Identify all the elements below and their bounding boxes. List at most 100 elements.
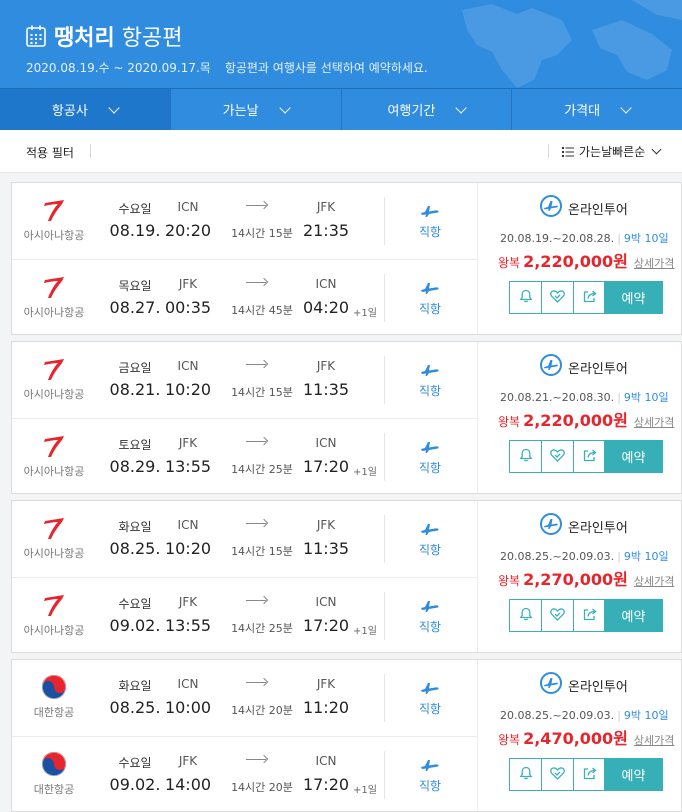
favorite-button[interactable] [541, 440, 574, 473]
flight-leg-outbound[interactable]: 아시아나항공 수요일 08.19. ICN 20:20 14시간 15분 JFK 21:35 직… [12, 183, 477, 259]
weekday: 수요일 [118, 202, 152, 216]
share-button[interactable] [573, 599, 606, 632]
share-button[interactable] [573, 440, 606, 473]
tab-departure-date[interactable]: 가는날 [171, 89, 342, 130]
alert-button[interactable] [509, 599, 542, 632]
arrival-time: 11:20 [302, 698, 350, 717]
favorite-button[interactable] [541, 599, 574, 632]
price-detail-link[interactable]: 상세가격 [634, 734, 674, 747]
share-icon [583, 288, 597, 307]
direct-flight-label: 직항 [418, 461, 442, 475]
travel-agency[interactable]: 온라인투어 [540, 513, 628, 539]
flight-duration: 14시간 15분 [231, 386, 293, 399]
flight-leg-inbound[interactable]: 아시아나항공 목요일 08.27. JFK 00:35 14시간 45분 ICN 04:20 +… [12, 259, 477, 335]
asiana-logo [18, 197, 90, 223]
divider [384, 356, 385, 404]
alert-button[interactable] [509, 440, 542, 473]
destination-code: ICN [315, 754, 337, 768]
alert-button[interactable] [509, 758, 542, 791]
flight-duration: 14시간 25분 [231, 463, 293, 476]
tab-airline[interactable]: 항공사 [0, 89, 171, 130]
arrival-time: 21:35 [302, 221, 350, 240]
booking-panel: 온라인투어 20.08.19.~20.08.28. | 9박 10일 왕복 2,220,0… [477, 183, 682, 334]
direct-flight-label: 직항 [418, 543, 442, 557]
page-header: 땡처리 항공편 2020.08.19.수 ~ 2020.09.17.목 항공편과 … [0, 0, 682, 88]
alert-button[interactable] [509, 281, 542, 314]
bell-icon [519, 765, 533, 784]
chevron-down-icon [108, 101, 120, 114]
agency-name: 온라인투어 [568, 202, 628, 218]
book-button[interactable]: 예약 [604, 599, 663, 632]
flight-result-card: 아시아나항공 금요일 08.21. ICN 10:20 14시간 15분 JFK 11:35 직… [11, 341, 682, 494]
calendar-icon [26, 25, 46, 47]
price-detail-link[interactable]: 상세가격 [634, 575, 674, 588]
sort-dropdown[interactable]: 가는날빠른순 [562, 143, 662, 160]
departure-time: 10:20 [164, 539, 212, 558]
direct-flight-label: 직항 [418, 779, 442, 793]
arrow-right-icon [246, 600, 266, 601]
travel-agency[interactable]: 온라인투어 [540, 354, 628, 380]
share-button[interactable] [573, 758, 606, 791]
favorite-button[interactable] [541, 758, 574, 791]
trip-nights: 9박 10일 [623, 709, 669, 722]
book-button[interactable]: 예약 [604, 758, 663, 791]
tab-trip-length[interactable]: 여행기간 [342, 89, 513, 130]
flight-leg-outbound[interactable]: 아시아나항공 화요일 08.25. ICN 10:20 14시간 15분 JFK 11:35 직… [12, 501, 477, 577]
weekday: 금요일 [118, 361, 152, 375]
flight-leg-inbound[interactable]: 아시아나항공 토요일 08.29. JFK 13:55 14시간 25분 ICN 17:20 +… [12, 418, 477, 494]
destination-code: JFK [316, 359, 336, 373]
price: 2,270,000원 [523, 570, 628, 589]
heart-check-icon [550, 288, 565, 307]
price-detail-link[interactable]: 상세가격 [634, 257, 674, 270]
travel-agency[interactable]: 온라인투어 [540, 195, 628, 221]
direct-flight-label: 직항 [418, 702, 442, 716]
arrival-time: 17:20 [302, 457, 350, 476]
weekday: 화요일 [118, 679, 152, 693]
book-button[interactable]: 예약 [604, 440, 663, 473]
travel-period: 20.08.21.~20.08.30. | 9박 10일 [500, 391, 669, 404]
divider [384, 674, 385, 722]
flight-leg-outbound[interactable]: 대한항공 화요일 08.25. ICN 10:00 14시간 20분 JFK 11:20 직항 [12, 660, 477, 736]
airplane-icon [421, 760, 439, 771]
agency-name: 온라인투어 [568, 679, 628, 695]
price-detail-link[interactable]: 상세가격 [634, 416, 674, 429]
flight-result-card: 대한항공 화요일 08.25. ICN 10:00 14시간 20분 JFK 11:20 직항 대… [11, 659, 682, 812]
trip-nights: 9박 10일 [623, 232, 669, 245]
filter-tabs: 항공사 가는날 여행기간 가격대 [0, 88, 682, 130]
book-button[interactable]: 예약 [604, 281, 663, 314]
booking-panel: 온라인투어 20.08.25.~20.09.03. | 9박 10일 왕복 2,470,0… [477, 660, 682, 811]
flight-result-card: 아시아나항공 수요일 08.19. ICN 20:20 14시간 15분 JFK 21:35 직… [11, 182, 682, 335]
favorite-button[interactable] [541, 281, 574, 314]
airline-name: 아시아나항공 [23, 624, 85, 637]
agency-name: 온라인투어 [568, 361, 628, 377]
next-day-indicator: +1일 [353, 308, 377, 319]
airline-name: 아시아나항공 [23, 388, 85, 401]
heart-check-icon [550, 765, 565, 784]
flight-leg-inbound[interactable]: 아시아나항공 수요일 09.02. JFK 13:55 14시간 25분 ICN 17:20 +… [12, 577, 477, 653]
chevron-down-icon [455, 101, 467, 114]
origin-code: JFK [178, 754, 198, 768]
divider [384, 274, 385, 322]
period-dates: 20.08.19.~20.08.28. [500, 232, 615, 245]
flight-leg-inbound[interactable]: 대한항공 수요일 09.02. JFK 14:00 14시간 20분 ICN 17:20 +1일… [12, 736, 477, 812]
arrow-right-icon [246, 282, 266, 283]
heart-check-icon [550, 447, 565, 466]
origin-code: JFK [178, 277, 198, 291]
asiana-logo [18, 433, 90, 459]
destination-code: JFK [316, 677, 336, 691]
round-trip-label: 왕복 [498, 574, 521, 588]
origin-code: ICN [177, 200, 199, 214]
bell-icon [519, 288, 533, 307]
flight-leg-outbound[interactable]: 아시아나항공 금요일 08.21. ICN 10:20 14시간 15분 JFK 11:35 직… [12, 342, 477, 418]
departure-time: 13:55 [164, 616, 212, 635]
divider [384, 751, 385, 799]
airplane-icon [421, 524, 439, 535]
filter-bar: 적용 필터 가는날빠른순 [0, 130, 682, 173]
bell-icon [519, 606, 533, 625]
travel-agency[interactable]: 온라인투어 [540, 672, 628, 698]
tab-price-range[interactable]: 가격대 [512, 89, 682, 130]
divider [384, 197, 385, 245]
chevron-down-icon [278, 101, 291, 114]
trip-nights: 9박 10일 [623, 391, 669, 404]
share-button[interactable] [573, 281, 606, 314]
